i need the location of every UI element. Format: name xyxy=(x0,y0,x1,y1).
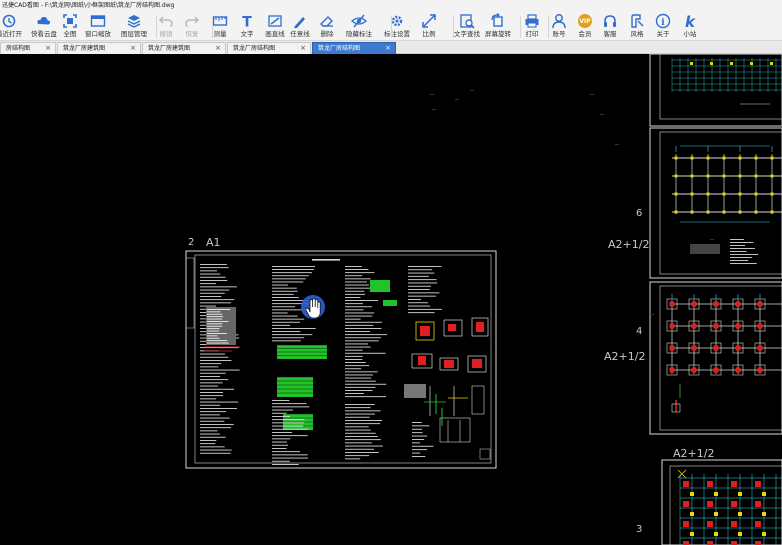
tab-close-icon[interactable]: × xyxy=(385,43,391,54)
toolbar-separator xyxy=(391,16,392,38)
tab-close-icon[interactable]: × xyxy=(300,43,306,54)
toolbar-separator xyxy=(212,16,213,38)
cloud-icon xyxy=(37,16,51,25)
toolbar-label: 最近打开 xyxy=(0,30,22,38)
tab-label: 筑龙厂房建筑图 xyxy=(63,45,106,52)
svg-text:T: T xyxy=(242,15,252,30)
sheet-size-a2-bottom: A2+1/2 xyxy=(673,447,715,460)
tab-label: 筑龙厂房结构图 xyxy=(233,45,276,52)
toolbar: 最近打开快看云盘全图窗口缩放图层管理撤销恢复测量T文字画直线任意线删除隐藏标注标… xyxy=(0,11,782,41)
document-tab-4[interactable]: 筑龙厂房结构图 × xyxy=(227,42,311,54)
tab-label: 筑龙厂房结构图 xyxy=(318,45,361,52)
sheet-size-a2-middle: A2+1/2 xyxy=(604,350,646,363)
svg-text:VIP: VIP xyxy=(579,18,591,25)
cad-drawing[interactable] xyxy=(0,54,782,545)
window-title: 迅捷CAD看图 - F:\筑龙网\图纸\小框架图纸\筑龙厂房结构图.dwg xyxy=(0,0,782,11)
vip-icon: VIP xyxy=(578,14,592,28)
tab-close-icon[interactable]: × xyxy=(215,43,221,54)
sheet-number-4: 4 xyxy=(636,326,643,337)
toolbar-separator xyxy=(453,16,454,38)
layers-icon xyxy=(127,15,141,28)
undo-icon xyxy=(158,16,173,27)
pan-hand-cursor xyxy=(301,295,325,319)
toolbar-label: 隐藏标注 xyxy=(346,30,372,38)
info-icon: i xyxy=(655,13,671,29)
toolbar-label: 文字查找 xyxy=(454,30,480,38)
text-icon: T xyxy=(242,15,252,30)
document-tab-1[interactable]: 房结构图 × xyxy=(0,42,56,54)
toolbar-button-scale[interactable]: 比例 xyxy=(412,13,446,39)
toolbar-button-recent[interactable]: 最近打开 xyxy=(0,13,26,39)
svg-text:i: i xyxy=(661,18,665,28)
redo-icon xyxy=(185,16,200,27)
toolbar-label: 窗口缩放 xyxy=(85,30,111,38)
toolbar-button-site[interactable]: k 小站 xyxy=(673,13,707,39)
toolbar-button-layers[interactable]: 图层管理 xyxy=(117,13,151,39)
toolbar-button-window-zoom[interactable]: 窗口缩放 xyxy=(81,13,115,39)
scale-icon xyxy=(422,14,436,28)
toolbar-label: 比例 xyxy=(422,30,436,38)
drawing-canvas[interactable]: 2 A1 6 A2+1/2 4 A2+1/2 A2+1/2 3 xyxy=(0,54,782,545)
toolbar-label: 标注设置 xyxy=(384,30,410,38)
toolbar-label: 屏幕旋转 xyxy=(485,30,511,38)
site-icon: k xyxy=(685,13,696,29)
hide-icon xyxy=(351,14,367,28)
tab-close-icon[interactable]: × xyxy=(130,43,136,54)
svg-text:k: k xyxy=(685,13,696,29)
headset-icon xyxy=(604,15,616,27)
toolbar-button-eraser[interactable]: 删除 xyxy=(310,13,344,39)
window-zoom-icon xyxy=(90,15,106,27)
toolbar-label: 图层管理 xyxy=(121,30,147,38)
sheet-size-a2-top: A2+1/2 xyxy=(608,238,650,251)
recent-icon xyxy=(2,14,16,28)
document-tab-5[interactable]: 筑龙厂房结构图 × xyxy=(312,42,396,54)
toolbar-label: 小站 xyxy=(683,30,697,38)
tab-label: 房结构图 xyxy=(6,45,31,52)
sheet-number-2: 2 xyxy=(188,237,195,248)
account-icon xyxy=(552,14,566,29)
document-tab-bar: 房结构图 × 筑龙厂房建筑图 × 筑龙厂房建筑图 × 筑龙厂房结构图 × 筑龙厂房结构图 × xyxy=(0,41,782,54)
toolbar-separator xyxy=(548,16,549,38)
line-icon xyxy=(268,15,282,27)
freehand-icon xyxy=(294,17,305,28)
sheet-size-a1: A1 xyxy=(206,236,221,249)
toolbar-label: 删除 xyxy=(320,30,334,38)
measure-icon xyxy=(212,16,228,26)
toolbar-button-rotate[interactable]: 屏幕旋转 xyxy=(481,13,515,39)
document-tab-2[interactable]: 筑龙厂房建筑图 × xyxy=(57,42,141,54)
document-tab-3[interactable]: 筑龙厂房建筑图 × xyxy=(142,42,226,54)
print-icon xyxy=(525,14,539,28)
text-search-icon xyxy=(460,14,475,29)
tab-label: 筑龙厂房建筑图 xyxy=(148,45,191,52)
style-icon xyxy=(631,14,644,28)
toolbar-button-hide[interactable]: 隐藏标注 xyxy=(342,13,376,39)
toolbar-separator xyxy=(520,16,521,38)
tab-close-icon[interactable]: × xyxy=(45,43,51,54)
toolbar-separator xyxy=(156,16,157,38)
eraser-icon xyxy=(320,16,333,27)
sheet-number-3: 3 xyxy=(636,524,643,535)
sheet-number-6: 6 xyxy=(636,208,643,219)
toolbar-button-text-search[interactable]: 文字查找 xyxy=(450,13,484,39)
toolbar-button-annotation-settings[interactable]: 标注设置 xyxy=(380,13,414,39)
rotate-icon xyxy=(491,13,503,27)
full-view-icon xyxy=(63,14,77,28)
